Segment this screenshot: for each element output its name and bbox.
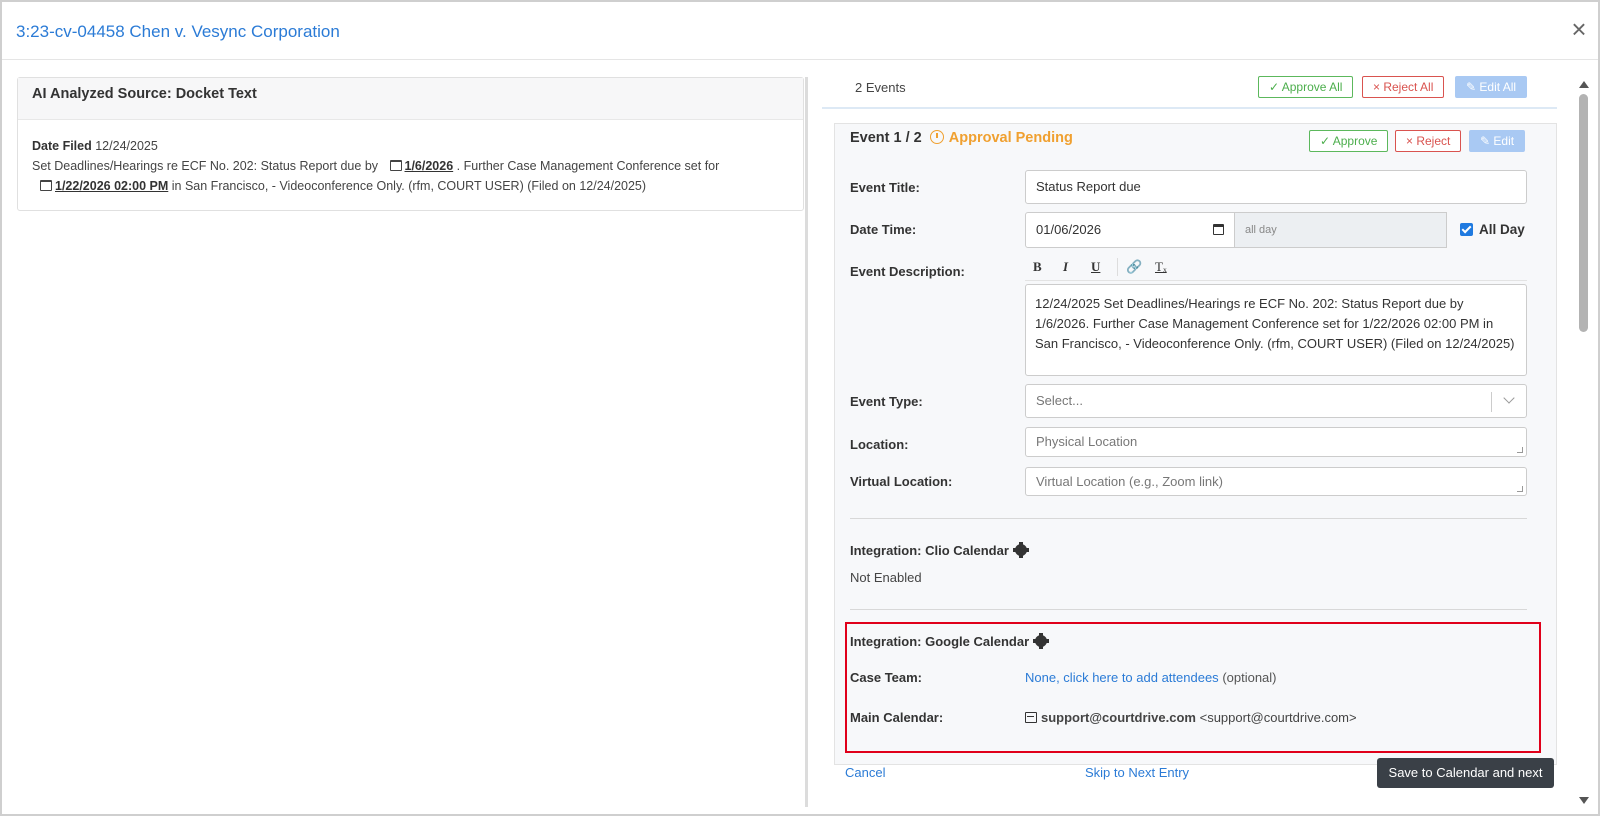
event-description-label: Event Description: bbox=[850, 264, 965, 279]
edit-button[interactable]: ✎ Edit bbox=[1469, 130, 1526, 152]
docket-text-part2: . Further Case Management Conference set… bbox=[456, 159, 720, 173]
location-label: Location: bbox=[850, 437, 909, 452]
main-calendar-email: <support@courtdrive.com> bbox=[1199, 710, 1357, 725]
event-type-label: Event Type: bbox=[850, 394, 923, 409]
events-panel: 2 Events ✓ Approve All × Reject All ✎ Ed… bbox=[822, 75, 1557, 765]
cancel-link[interactable]: Cancel bbox=[845, 765, 885, 780]
resize-handle[interactable] bbox=[1517, 486, 1523, 492]
x-icon: × bbox=[1406, 134, 1417, 148]
approve-button[interactable]: ✓ Approve bbox=[1309, 130, 1389, 152]
case-team-value: None, click here to add attendees (optio… bbox=[1025, 670, 1277, 685]
calendar-icon bbox=[40, 180, 52, 191]
italic-button[interactable]: I bbox=[1063, 259, 1068, 275]
calendar-icon bbox=[389, 160, 402, 171]
event-card: Event 1 / 2 Approval Pending ✓ Approve ×… bbox=[834, 123, 1557, 765]
scrollbar-thumb[interactable] bbox=[1579, 94, 1588, 332]
date-link-2[interactable]: 1/22/2026 02:00 PM bbox=[55, 179, 168, 193]
event-review-modal: 3:23-cv-04458 Chen v. Vesync Corporation… bbox=[0, 0, 1600, 816]
resize-handle[interactable] bbox=[1517, 447, 1523, 453]
optional-note: (optional) bbox=[1222, 670, 1277, 685]
calendar-account-icon bbox=[1025, 712, 1037, 723]
gear-icon[interactable] bbox=[1033, 633, 1050, 649]
date-filed-label: Date Filed bbox=[32, 139, 92, 153]
event-type-placeholder: Select... bbox=[1036, 393, 1083, 408]
section-divider bbox=[850, 518, 1527, 519]
reject-button[interactable]: × Reject bbox=[1395, 130, 1462, 152]
docket-text-part3: in San Francisco, - Videoconference Only… bbox=[171, 179, 647, 193]
section-divider bbox=[850, 609, 1527, 610]
save-to-calendar-button[interactable]: Save to Calendar and next bbox=[1377, 758, 1554, 788]
google-integration-title: Integration: Google Calendar bbox=[850, 633, 1050, 649]
date-time-label: Date Time: bbox=[850, 222, 917, 237]
rich-text-toolbar: B I U 🔗 Tₓ bbox=[1025, 253, 1527, 281]
clear-format-button[interactable]: Tₓ bbox=[1155, 259, 1167, 275]
checkbox-checked-icon[interactable] bbox=[1460, 223, 1473, 236]
toolbar-separator bbox=[1117, 258, 1118, 276]
date-link-1[interactable]: 1/6/2026 bbox=[405, 159, 454, 173]
link-icon[interactable]: 🔗 bbox=[1126, 259, 1142, 275]
case-team-label: Case Team: bbox=[850, 670, 923, 685]
scrollbar[interactable] bbox=[1572, 77, 1596, 812]
select-separator bbox=[1491, 392, 1492, 412]
virtual-location-input[interactable]: Virtual Location (e.g., Zoom link) bbox=[1025, 467, 1527, 496]
all-day-checkbox[interactable]: All Day bbox=[1460, 222, 1525, 237]
scroll-down-arrow-icon[interactable] bbox=[1579, 797, 1589, 804]
x-icon: × bbox=[1373, 80, 1384, 94]
chevron-down-icon[interactable] bbox=[1503, 392, 1515, 404]
add-attendees-link[interactable]: None, click here to add attendees bbox=[1025, 670, 1219, 685]
reject-all-button[interactable]: × Reject All bbox=[1362, 76, 1445, 98]
bold-button[interactable]: B bbox=[1033, 259, 1042, 275]
calendar-icon[interactable] bbox=[1213, 224, 1224, 235]
docket-text: Date Filed 12/24/2025 Set Deadlines/Hear… bbox=[18, 120, 803, 212]
events-header: 2 Events ✓ Approve All × Reject All ✎ Ed… bbox=[822, 75, 1557, 109]
location-input[interactable]: Physical Location bbox=[1025, 427, 1527, 457]
edit-all-button[interactable]: ✎ Edit All bbox=[1455, 76, 1528, 98]
date-value: 01/06/2026 bbox=[1036, 222, 1102, 237]
docket-text-part1: Set Deadlines/Hearings re ECF No. 202: S… bbox=[32, 159, 379, 173]
pencil-icon: ✎ bbox=[1466, 80, 1480, 94]
event-description-editor[interactable]: 12/24/2025 Set Deadlines/Hearings re ECF… bbox=[1025, 284, 1527, 376]
virtual-location-label: Virtual Location: bbox=[850, 474, 953, 489]
modal-header: 3:23-cv-04458 Chen v. Vesync Corporation… bbox=[2, 2, 1598, 60]
event-heading: Event 1 / 2 Approval Pending bbox=[850, 130, 1073, 146]
event-counter: Event 1 / 2 bbox=[850, 130, 922, 146]
time-input: all day bbox=[1235, 212, 1447, 248]
source-panel: AI Analyzed Source: Docket Text Date Fil… bbox=[17, 77, 804, 211]
main-calendar-name: support@courtdrive.com bbox=[1041, 710, 1196, 725]
skip-next-link[interactable]: Skip to Next Entry bbox=[1085, 765, 1189, 780]
date-input[interactable]: 01/06/2026 bbox=[1025, 212, 1235, 248]
clock-icon bbox=[929, 130, 944, 144]
event-title-input[interactable]: Status Report due bbox=[1025, 170, 1527, 204]
close-icon[interactable]: × bbox=[1566, 16, 1592, 42]
modal-title[interactable]: 3:23-cv-04458 Chen v. Vesync Corporation bbox=[16, 22, 340, 42]
scroll-up-arrow-icon[interactable] bbox=[1579, 81, 1589, 88]
source-panel-title: AI Analyzed Source: Docket Text bbox=[18, 78, 803, 120]
check-icon: ✓ bbox=[1320, 134, 1333, 148]
date-filed-value: 12/24/2025 bbox=[95, 139, 158, 153]
underline-button[interactable]: U bbox=[1091, 259, 1100, 275]
event-title-label: Event Title: bbox=[850, 180, 920, 195]
gear-icon[interactable] bbox=[1012, 542, 1029, 558]
clio-integration-title: Integration: Clio Calendar bbox=[850, 542, 1029, 558]
main-calendar-label: Main Calendar: bbox=[850, 710, 944, 725]
event-type-select[interactable]: Select... bbox=[1025, 384, 1527, 418]
check-double-icon: ✓ bbox=[1269, 80, 1282, 94]
main-calendar-value: support@courtdrive.com <support@courtdri… bbox=[1025, 710, 1357, 725]
pencil-icon: ✎ bbox=[1480, 134, 1494, 148]
panel-divider[interactable] bbox=[805, 77, 808, 807]
approve-all-button[interactable]: ✓ Approve All bbox=[1258, 76, 1354, 98]
events-count: 2 Events bbox=[855, 80, 906, 95]
status-badge: Approval Pending bbox=[948, 130, 1073, 146]
clio-status: Not Enabled bbox=[850, 570, 922, 585]
